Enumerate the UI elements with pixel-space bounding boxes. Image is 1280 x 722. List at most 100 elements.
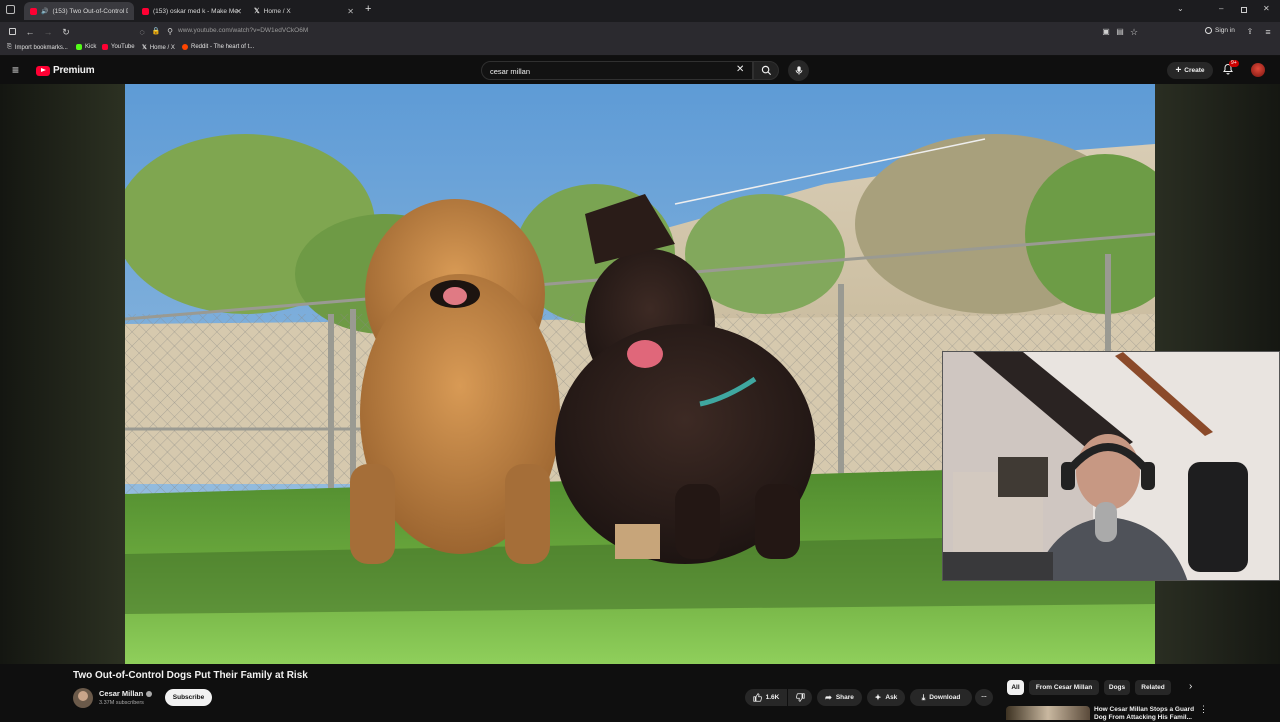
clear-search-icon[interactable]: ✕ bbox=[736, 64, 744, 75]
thumbs-down-icon bbox=[795, 693, 805, 702]
youtube-favicon-icon bbox=[142, 7, 149, 15]
notifications-button[interactable]: 9+ bbox=[1222, 60, 1239, 77]
browser-tab-bar: 🔊 (153) Two Out-of-Control D (153) oskar… bbox=[0, 0, 1280, 22]
share-label: Share bbox=[835, 694, 854, 701]
tab-title: (153) Two Out-of-Control D bbox=[52, 7, 128, 15]
site-settings-icon[interactable]: ⚲ bbox=[164, 26, 176, 38]
create-label: Create bbox=[1184, 67, 1205, 74]
chevron-right-icon[interactable]: › bbox=[1189, 681, 1192, 692]
shield-icon[interactable]: ◌ bbox=[136, 26, 148, 38]
more-actions-button[interactable]: ... bbox=[975, 689, 993, 706]
youtube-logo[interactable]: Premium bbox=[36, 65, 95, 76]
search-button[interactable] bbox=[753, 61, 779, 80]
forward-icon[interactable]: → bbox=[42, 26, 54, 38]
youtube-play-icon bbox=[36, 65, 50, 76]
lock-icon: 🔒 bbox=[151, 28, 161, 35]
bookmark-kick[interactable]: Kick bbox=[76, 44, 96, 50]
tab-title: Home / X bbox=[263, 7, 291, 15]
webcam-frame bbox=[943, 352, 1279, 580]
recommended-thumbnail[interactable] bbox=[1006, 706, 1090, 720]
bookmark-star-icon[interactable]: ☆ bbox=[1128, 26, 1140, 38]
voice-search-button[interactable] bbox=[788, 60, 809, 81]
channel-avatar[interactable] bbox=[73, 688, 93, 708]
youtube-icon bbox=[102, 44, 108, 50]
bookmark-label: YouTube bbox=[111, 44, 135, 50]
dislike-button[interactable] bbox=[788, 689, 812, 706]
ask-button[interactable]: ✦ Ask bbox=[867, 689, 905, 706]
chevron-down-icon[interactable]: ⌄ bbox=[1177, 4, 1184, 13]
sparkle-icon: ✦ bbox=[874, 693, 882, 702]
url-field[interactable]: www.youtube.com/watch?v=DW1edVCkO6M bbox=[178, 27, 308, 34]
import-icon: ⎘ bbox=[7, 44, 12, 50]
video-details: Two Out-of-Control Dogs Put Their Family… bbox=[0, 664, 1280, 721]
bookmark-reddit[interactable]: Reddit - The heart of t... bbox=[182, 44, 254, 50]
subscribe-button[interactable]: Subscribe bbox=[165, 689, 212, 706]
bookmark-x[interactable]: 𝕏 Home / X bbox=[142, 44, 175, 52]
speaker-icon: 🔊 bbox=[41, 8, 49, 15]
menu-icon[interactable]: ≡ bbox=[1262, 26, 1274, 38]
kick-icon bbox=[76, 44, 82, 50]
channel-name-label: Cesar Millan bbox=[99, 689, 144, 698]
youtube-header: ≡ Premium cesar millan ✕ + Create 9+ bbox=[0, 57, 1280, 84]
tab-title: (153) oskar med k - Make Me F bbox=[153, 7, 240, 15]
notification-badge: 9+ bbox=[1229, 60, 1239, 67]
verified-icon bbox=[146, 690, 153, 697]
channel-name[interactable]: Cesar Millan bbox=[99, 689, 153, 698]
video-title: Two Out-of-Control Dogs Put Their Family… bbox=[73, 670, 308, 681]
new-tab-button[interactable]: + bbox=[365, 3, 371, 15]
avatar[interactable] bbox=[1251, 63, 1265, 77]
minimize-icon[interactable]: – bbox=[1219, 4, 1223, 13]
bookmark-label: Home / X bbox=[149, 44, 175, 51]
hamburger-menu-icon[interactable]: ≡ bbox=[12, 63, 19, 77]
reload-icon[interactable]: ↻ bbox=[60, 26, 72, 38]
ambient-left bbox=[0, 84, 125, 664]
tab-youtube-active[interactable]: 🔊 (153) Two Out-of-Control D bbox=[24, 2, 134, 20]
tab-x[interactable]: 𝕏 Home / X ✕ bbox=[248, 2, 358, 20]
account-icon bbox=[1205, 27, 1212, 34]
close-icon[interactable]: ✕ bbox=[347, 7, 354, 16]
chip-all[interactable]: All bbox=[1007, 680, 1024, 695]
chip-related[interactable]: Related bbox=[1135, 680, 1171, 695]
like-button[interactable]: 1.6K bbox=[745, 689, 787, 706]
download-button[interactable]: ⤓ Download bbox=[910, 689, 972, 706]
search-query: cesar millan bbox=[490, 67, 531, 76]
browser-address-bar: ← → ↻ ◌ 🔒 ⚲ www.youtube.com/watch?v=DW1e… bbox=[0, 22, 1280, 42]
tab-youtube-2[interactable]: (153) oskar med k - Make Me F ✕ bbox=[136, 2, 246, 20]
close-window-icon[interactable]: ✕ bbox=[1263, 4, 1270, 13]
more-icon: ... bbox=[981, 692, 987, 699]
microphone-icon bbox=[795, 66, 802, 75]
bookmarks-bar: ⎘ Import bookmarks... Kick YouTube 𝕏 Hom… bbox=[0, 42, 1280, 56]
bookmark-label: Kick bbox=[85, 44, 97, 50]
sign-in-button[interactable]: Sign in bbox=[1205, 27, 1235, 34]
chip-from-cesar-millan[interactable]: From Cesar Millan bbox=[1029, 680, 1099, 695]
subscriber-count: 3.37M subscribers bbox=[99, 700, 144, 706]
premium-label: Premium bbox=[53, 65, 95, 76]
close-icon[interactable]: ✕ bbox=[235, 7, 242, 16]
maximize-icon[interactable] bbox=[1241, 7, 1247, 13]
reddit-icon bbox=[182, 44, 188, 50]
create-button[interactable]: + Create bbox=[1167, 62, 1213, 79]
tab-overview-icon[interactable] bbox=[6, 5, 15, 14]
bookmark-import[interactable]: ⎘ Import bookmarks... bbox=[7, 44, 68, 51]
ask-label: Ask bbox=[885, 694, 898, 701]
search-icon bbox=[761, 65, 772, 76]
extensions-icon[interactable]: ⇪ bbox=[1244, 26, 1256, 38]
youtube-favicon-icon bbox=[30, 7, 37, 15]
x-logo-icon: 𝕏 bbox=[142, 45, 147, 51]
share-button[interactable]: ➦ Share bbox=[817, 689, 862, 706]
sidebar-toggle-icon[interactable] bbox=[6, 26, 18, 38]
more-vertical-icon[interactable]: ⋮ bbox=[1199, 704, 1208, 715]
like-count: 1.6K bbox=[765, 694, 780, 701]
bookmark-label: Reddit - The heart of t... bbox=[191, 44, 255, 50]
share-icon: ➦ bbox=[825, 693, 832, 702]
reader-view-icon[interactable]: ▤ bbox=[1114, 26, 1126, 38]
search-input[interactable]: cesar millan ✕ bbox=[481, 61, 753, 80]
bookmark-youtube[interactable]: YouTube bbox=[102, 44, 135, 50]
webcam-overlay bbox=[942, 351, 1280, 581]
sign-in-label: Sign in bbox=[1215, 27, 1235, 34]
chip-dogs[interactable]: Dogs bbox=[1104, 680, 1130, 695]
x-logo-icon: 𝕏 bbox=[254, 8, 260, 15]
screenshot-icon[interactable]: ▣ bbox=[1100, 26, 1112, 38]
bookmark-label: Import bookmarks... bbox=[14, 44, 68, 51]
back-icon[interactable]: ← bbox=[24, 26, 36, 38]
